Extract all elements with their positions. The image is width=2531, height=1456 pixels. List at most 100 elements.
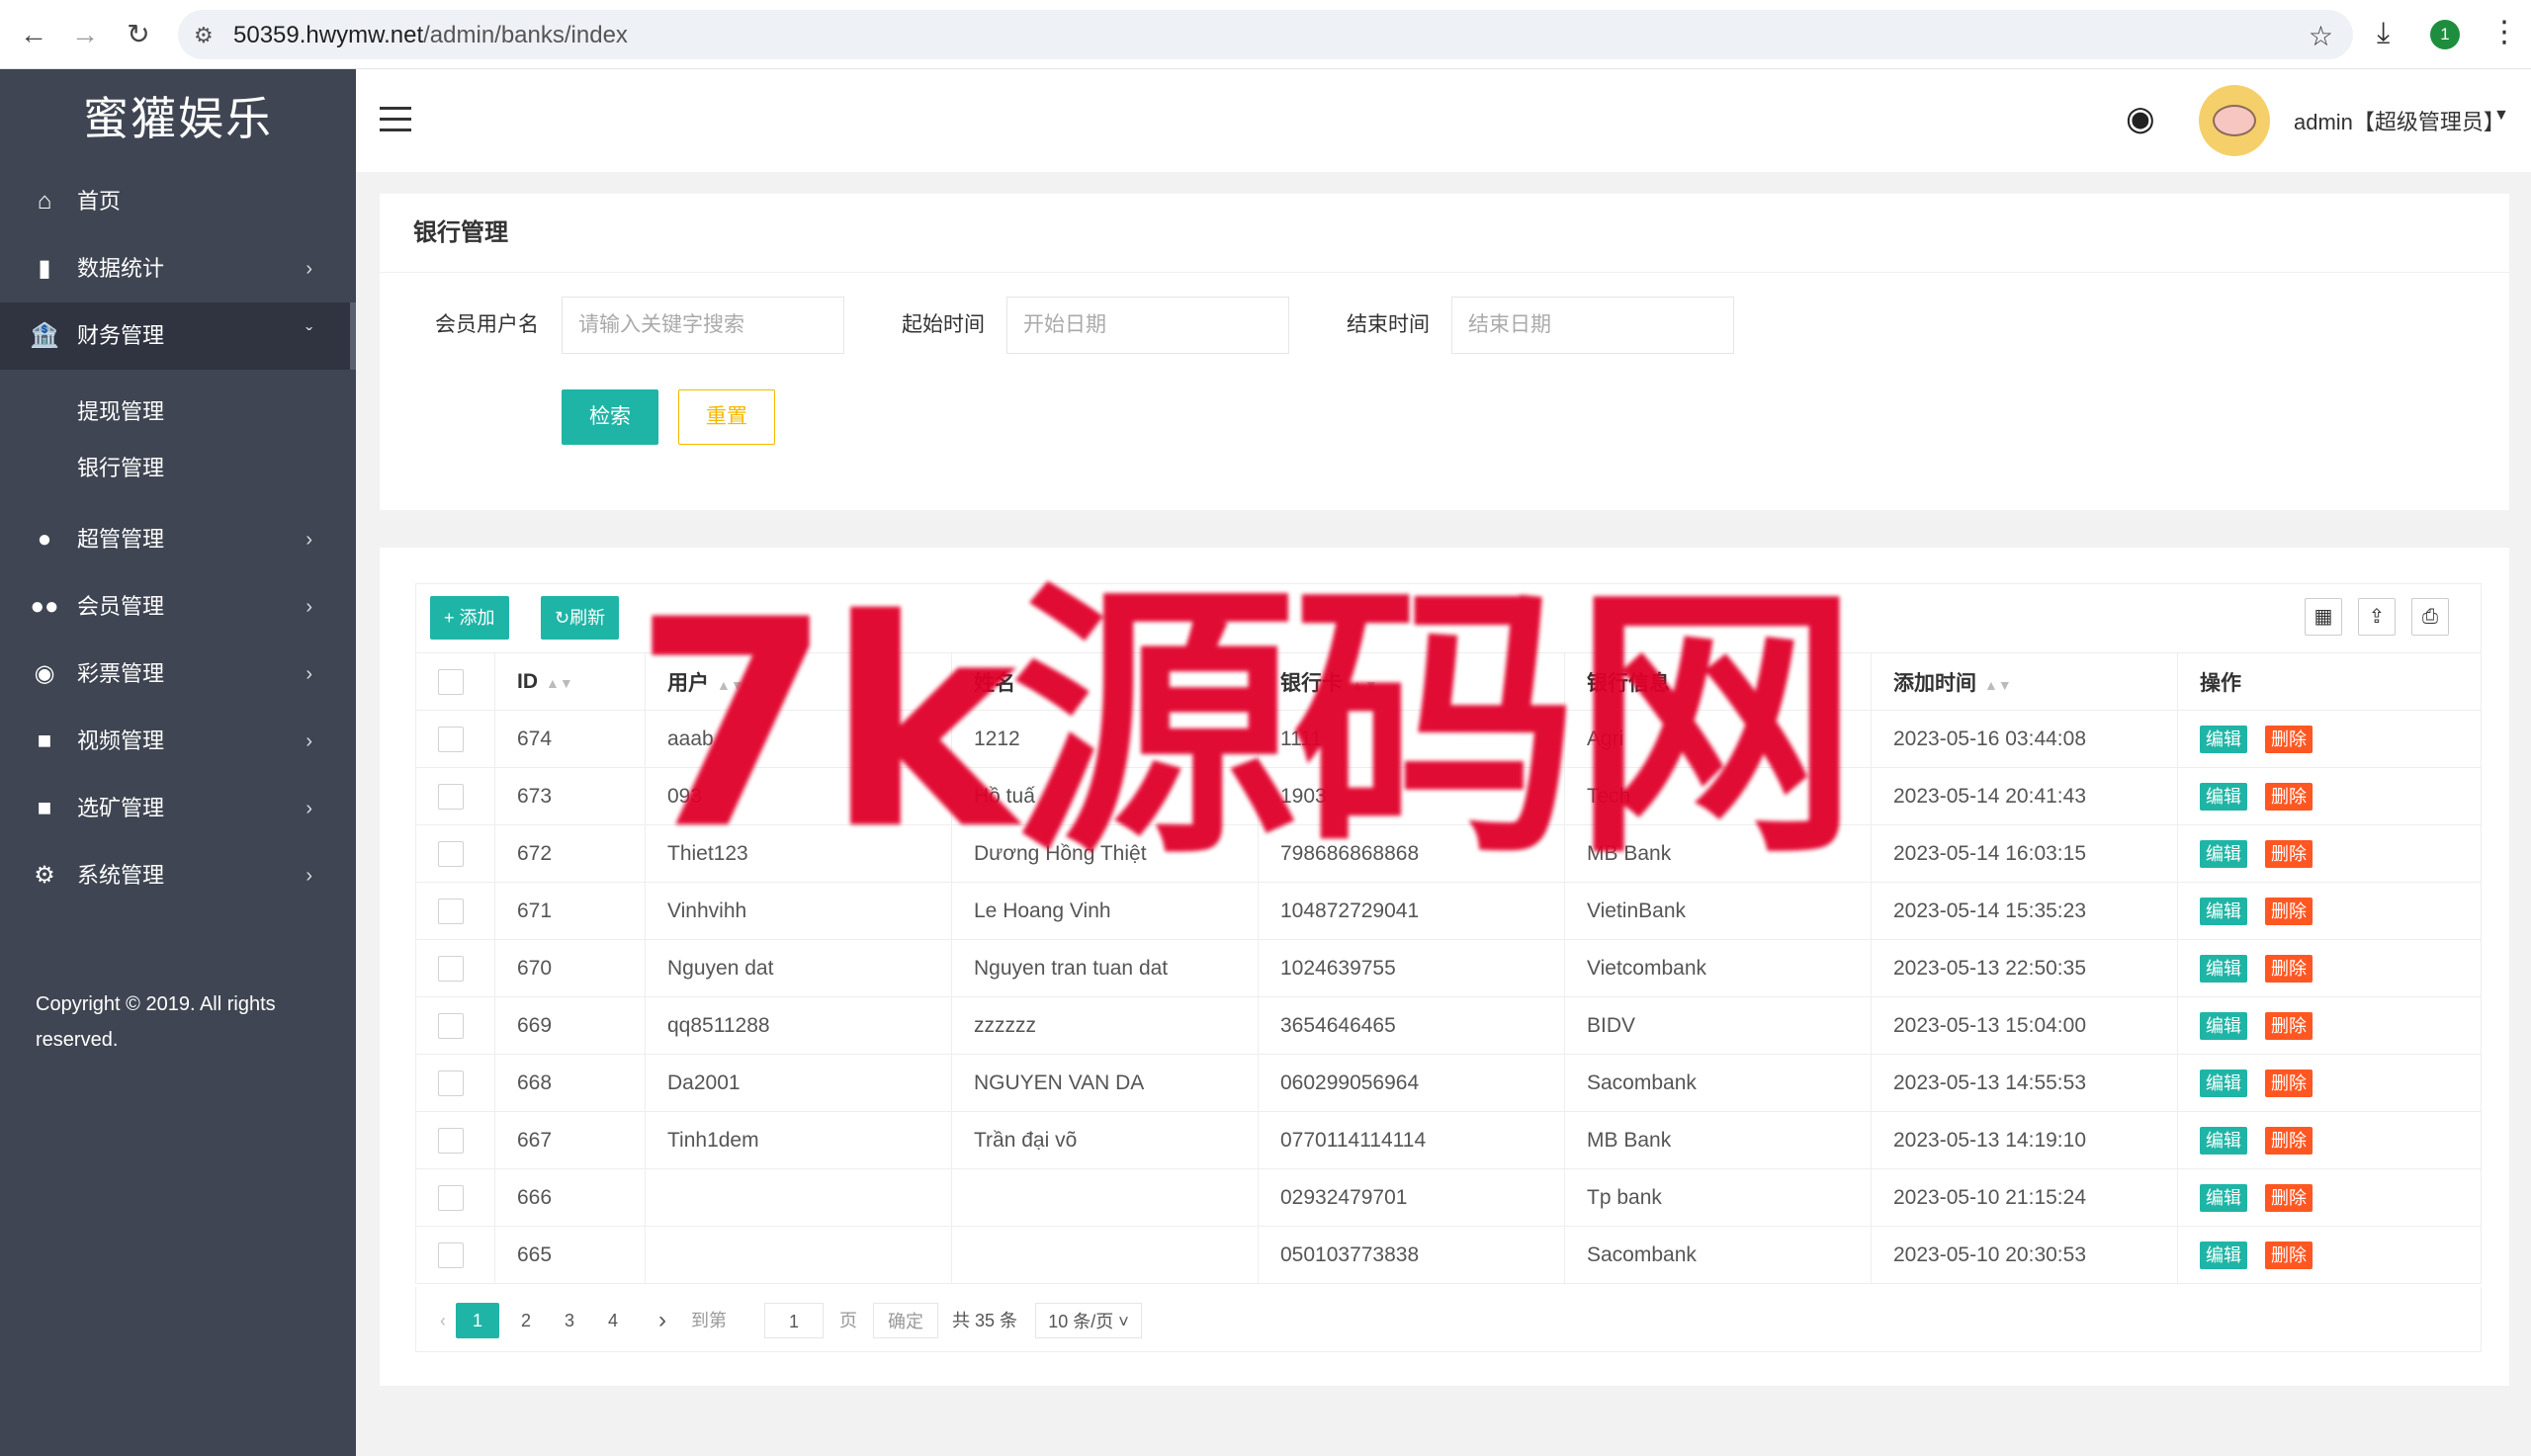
edit-button[interactable]: 编辑 [2200, 1126, 2247, 1155]
row-checkbox[interactable] [438, 783, 464, 810]
cell-name: NGUYEN VAN DA [951, 1054, 1259, 1112]
chevron-right-icon: › [305, 596, 312, 618]
row-checkbox[interactable] [438, 1070, 464, 1096]
edit-button[interactable]: 编辑 [2200, 897, 2247, 925]
sidebar-item-admins[interactable]: ● 超管管理 › [0, 506, 356, 573]
user-menu[interactable]: admin【超级管理员】 [2294, 105, 2505, 136]
row-checkbox[interactable] [438, 1184, 464, 1211]
caret-down-icon[interactable]: ▼ [2493, 107, 2509, 125]
page-2[interactable]: 2 [511, 1303, 541, 1338]
delete-button[interactable]: 删除 [2265, 1241, 2313, 1269]
row-checkbox[interactable] [438, 840, 464, 867]
back-arrow-icon[interactable]: ← [16, 17, 51, 52]
select-all-checkbox[interactable] [438, 668, 464, 695]
avatar[interactable] [2199, 85, 2270, 156]
bank-icon: 🏦 [30, 322, 59, 349]
sidebar-subitem-withdrawals[interactable]: 提现管理 [0, 384, 356, 440]
row-checkbox-cell[interactable] [415, 1226, 495, 1284]
sort-icon[interactable]: ▲▼ [546, 675, 573, 691]
sidebar-item-system[interactable]: ⚙ 系统管理 › [0, 842, 356, 909]
start-date-input[interactable]: 开始日期 [1006, 297, 1289, 354]
sidebar-item-finance[interactable]: 🏦 财务管理 ˇ [0, 302, 356, 370]
site-settings-icon[interactable]: ⚙ [194, 23, 214, 48]
menu-toggle-icon[interactable] [380, 107, 411, 132]
end-date-input[interactable]: 结束日期 [1451, 297, 1734, 354]
row-checkbox-cell[interactable] [415, 1111, 495, 1169]
delete-button[interactable]: 删除 [2265, 1069, 2313, 1097]
row-checkbox[interactable] [438, 726, 464, 752]
page-1[interactable]: 1 [456, 1303, 499, 1338]
row-checkbox-cell[interactable] [415, 710, 495, 768]
copyright-text: Copyright © 2019. All rights reserved. [36, 993, 276, 1051]
download-icon[interactable]: ⤓ [2377, 17, 2390, 50]
delete-button[interactable]: 删除 [2265, 897, 2313, 925]
sidebar-item-stats[interactable]: ▮ 数据统计 › [0, 235, 356, 302]
edit-button[interactable]: 编辑 [2200, 1241, 2247, 1269]
cell-name: Trần đại võ [951, 1111, 1259, 1169]
edit-button[interactable]: 编辑 [2200, 782, 2247, 811]
sidebar-item-video[interactable]: ■ 视频管理 › [0, 708, 356, 775]
delete-button[interactable]: 删除 [2265, 839, 2313, 868]
search-button[interactable]: 检索 [562, 389, 658, 445]
cell-time: 2023-05-13 14:19:10 [1871, 1111, 2178, 1169]
forward-arrow-icon[interactable]: → [67, 17, 103, 52]
delete-button[interactable]: 删除 [2265, 782, 2313, 811]
delete-button[interactable]: 删除 [2265, 1011, 2313, 1040]
sidebar-item-home[interactable]: ⌂ 首页 [0, 168, 356, 235]
row-checkbox[interactable] [438, 1242, 464, 1268]
username-search-input[interactable]: 请输入关键字搜索 [562, 297, 844, 354]
sidebar-subitem-banks[interactable]: 银行管理 [0, 440, 356, 496]
row-checkbox[interactable] [438, 1127, 464, 1154]
export-icon[interactable]: ⇪ [2358, 598, 2396, 636]
sidebar-item-members[interactable]: ●● 会员管理 › [0, 573, 356, 641]
bookmark-star-icon[interactable]: ☆ [2309, 20, 2333, 52]
plus-icon: + [444, 608, 460, 628]
row-checkbox-cell[interactable] [415, 767, 495, 825]
goto-page-input[interactable]: 1 [764, 1303, 824, 1338]
columns-filter-icon[interactable]: ▦ [2305, 598, 2342, 636]
brand-logo[interactable]: 蜜獾娱乐 [0, 69, 356, 168]
add-button[interactable]: + 添加 [430, 596, 509, 640]
row-checkbox-cell[interactable] [415, 996, 495, 1055]
table-row: 669 qq8511288 zzzzzz 3654646465 BIDV 2023-05-… [415, 996, 2482, 1055]
sort-icon[interactable]: ▲▼ [1984, 677, 2012, 693]
col-time[interactable]: 添加时间 ▲▼ [1871, 652, 2178, 711]
row-checkbox[interactable] [438, 1012, 464, 1039]
delete-button[interactable]: 删除 [2265, 954, 2313, 983]
delete-button[interactable]: 删除 [2265, 1183, 2313, 1212]
row-checkbox-cell[interactable] [415, 882, 495, 940]
page-size-select[interactable]: 10 条/页 ˅ [1035, 1303, 1142, 1338]
reset-button[interactable]: 重置 [678, 389, 775, 445]
prev-page-icon[interactable]: ‹ [428, 1303, 458, 1338]
edit-button[interactable]: 编辑 [2200, 1183, 2247, 1212]
edit-button[interactable]: 编辑 [2200, 1011, 2247, 1040]
edit-button[interactable]: 编辑 [2200, 725, 2247, 753]
profile-badge[interactable]: 1 [2430, 20, 2460, 49]
browser-menu-icon[interactable]: ⋮ [2489, 15, 2519, 49]
row-checkbox-cell[interactable] [415, 1054, 495, 1112]
page-4[interactable]: 4 [598, 1303, 628, 1338]
delete-button[interactable]: 删除 [2265, 725, 2313, 753]
select-all-checkbox-cell[interactable] [415, 652, 495, 711]
address-bar[interactable]: ⚙ 50359.hwymw.net/admin/banks/index ☆ [178, 10, 2353, 59]
delete-button[interactable]: 删除 [2265, 1126, 2313, 1155]
reload-icon[interactable]: ↻ [121, 17, 156, 52]
goto-confirm-button[interactable]: 确定 [873, 1303, 938, 1338]
next-page-icon[interactable]: › [648, 1303, 677, 1338]
row-checkbox-cell[interactable] [415, 939, 495, 997]
watermark-overlay: 7k源码网 [633, 559, 1860, 893]
row-checkbox-cell[interactable] [415, 824, 495, 883]
page-3[interactable]: 3 [555, 1303, 584, 1338]
col-id[interactable]: ID ▲▼ [494, 652, 646, 711]
row-checkbox-cell[interactable] [415, 1168, 495, 1227]
row-checkbox[interactable] [438, 898, 464, 924]
edit-button[interactable]: 编辑 [2200, 839, 2247, 868]
edit-button[interactable]: 编辑 [2200, 1069, 2247, 1097]
print-icon[interactable]: ⎙ [2411, 598, 2449, 636]
sidebar-item-lottery[interactable]: ◉ 彩票管理 › [0, 641, 356, 708]
edit-button[interactable]: 编辑 [2200, 954, 2247, 983]
row-checkbox[interactable] [438, 955, 464, 982]
sidebar-item-selection[interactable]: ■ 选矿管理 › [0, 775, 356, 842]
palette-icon[interactable]: ◉ [2126, 99, 2155, 138]
refresh-button[interactable]: ↻刷新 [541, 596, 620, 640]
